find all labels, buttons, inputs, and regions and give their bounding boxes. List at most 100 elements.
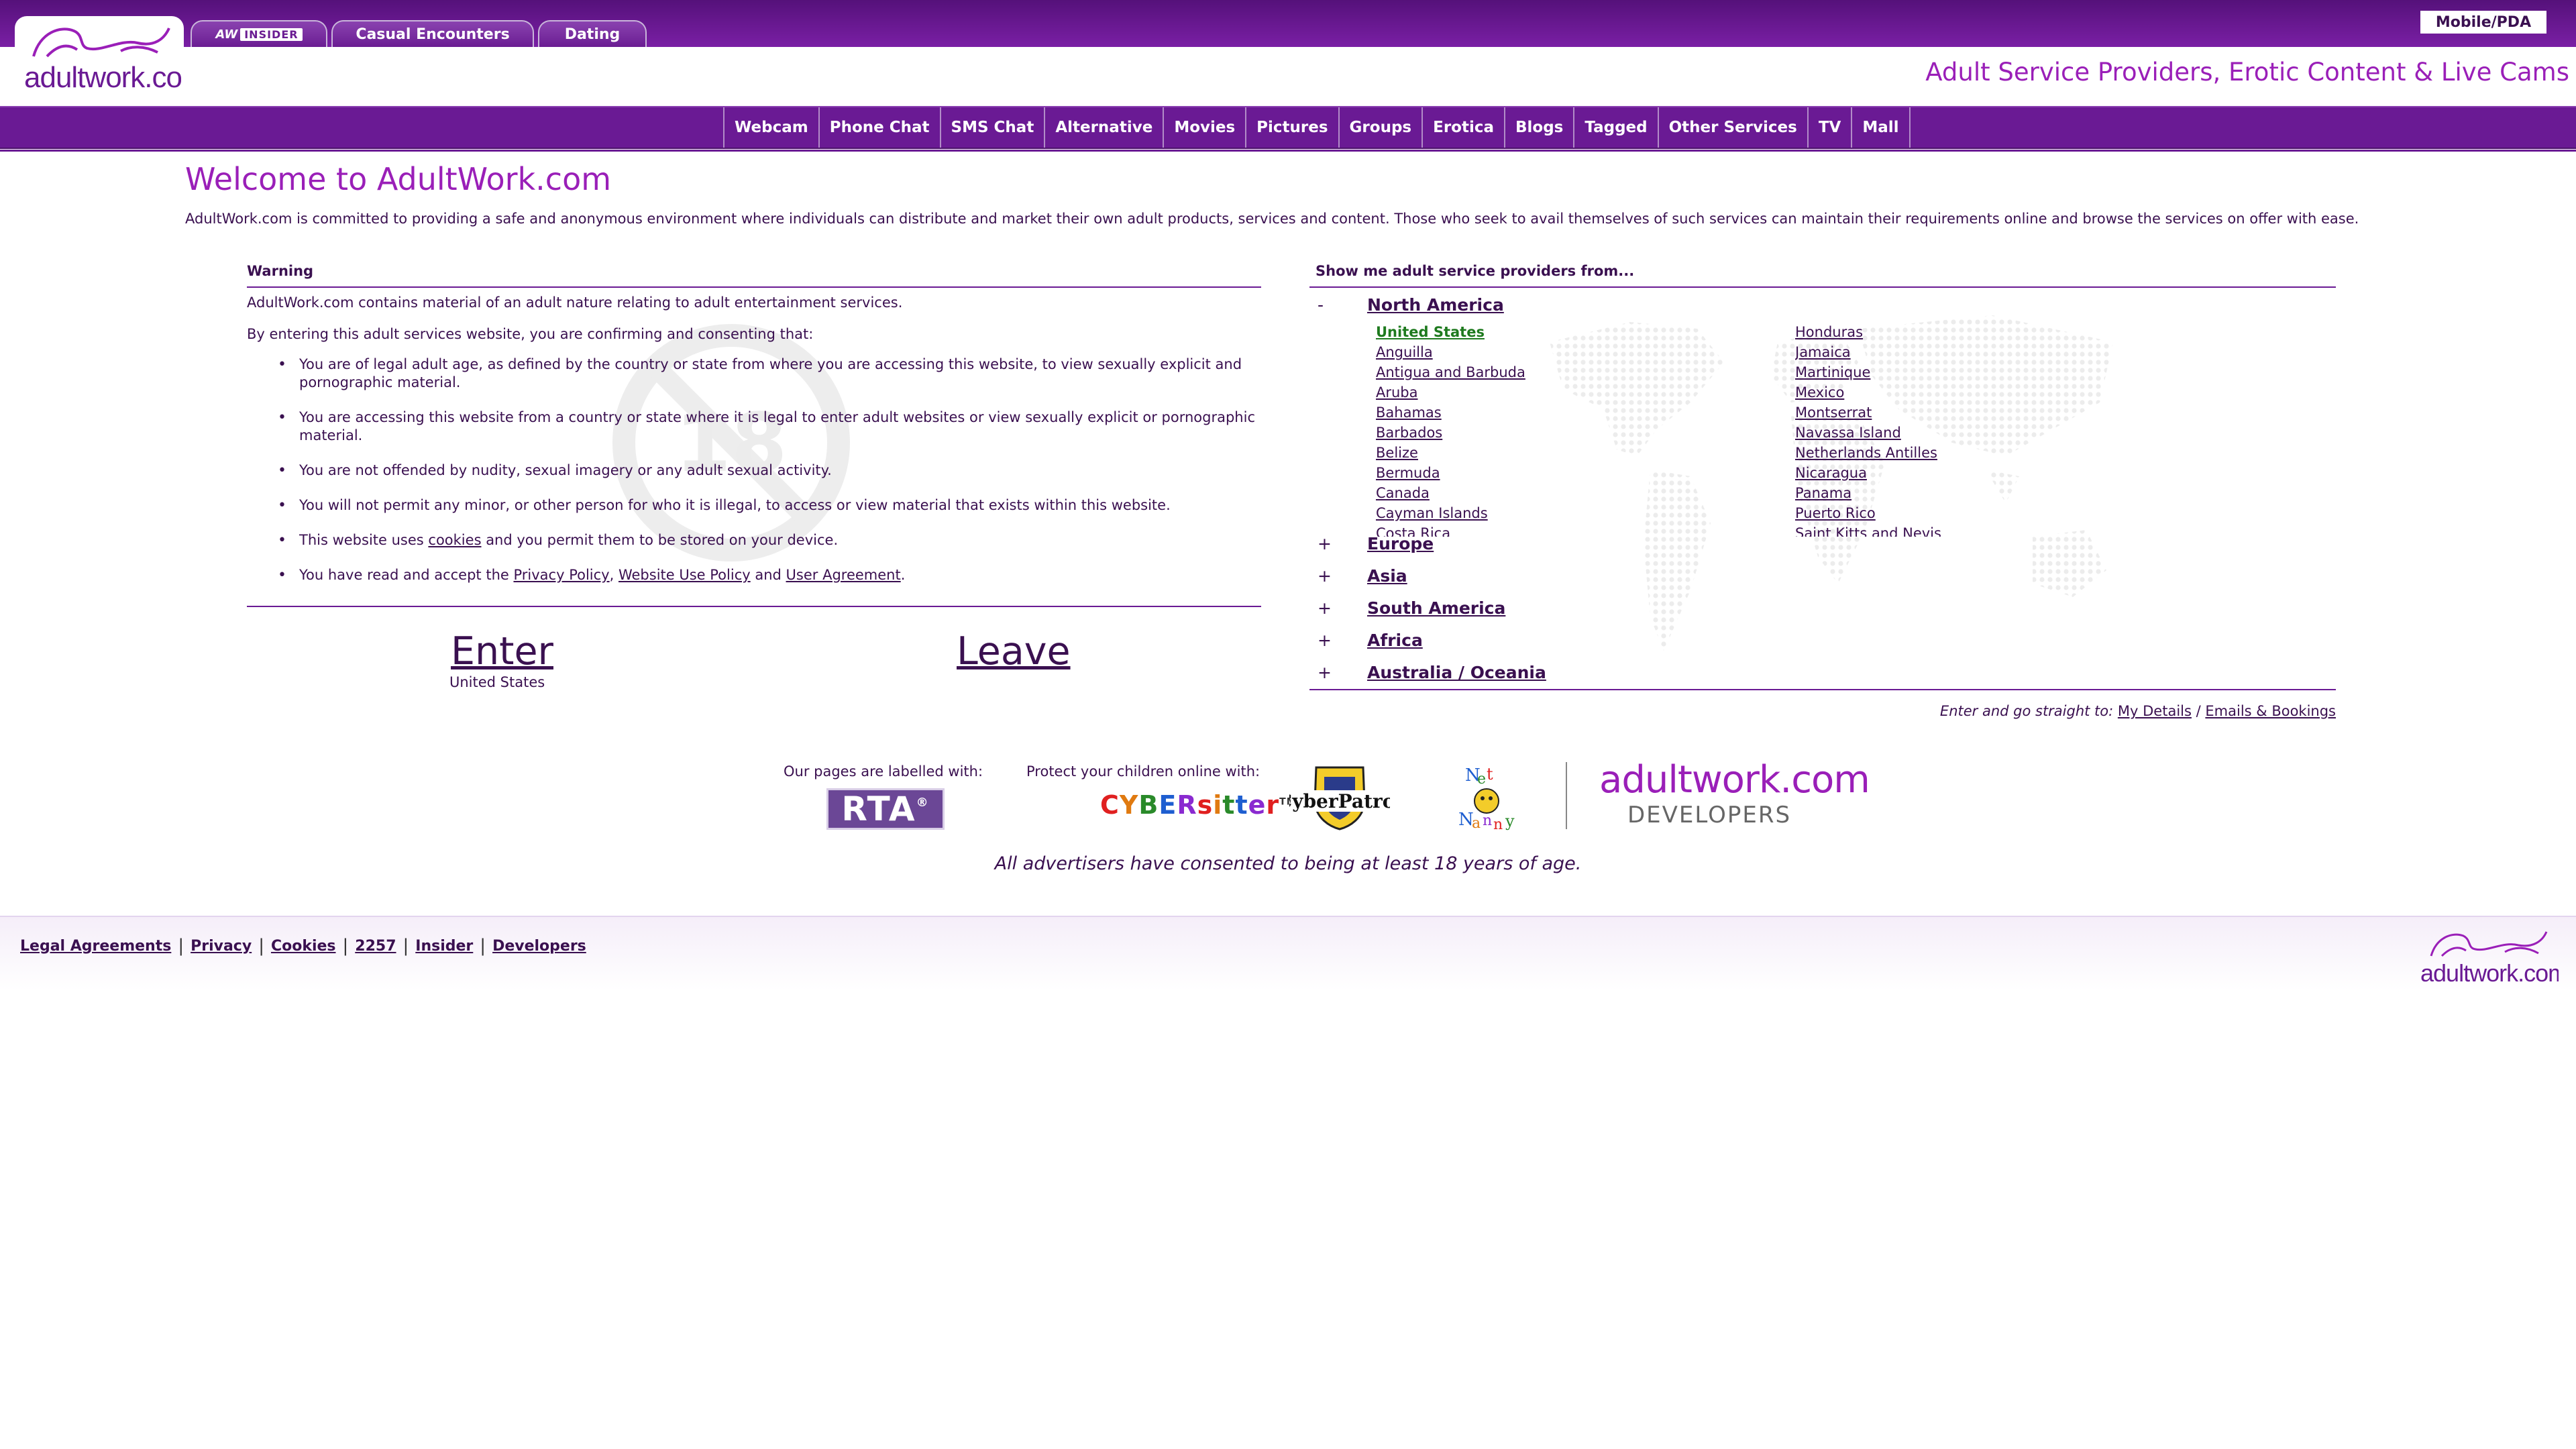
region-link[interactable]: Africa [1367, 631, 1423, 650]
site-tagline: Adult Service Providers, Erotic Content … [1925, 58, 2569, 87]
nav-erotica[interactable]: Erotica [1423, 107, 1505, 148]
separator: | [178, 936, 184, 956]
logo-tab[interactable]: adultwork.com [15, 16, 184, 97]
footer-legal-agreements-link[interactable]: Legal Agreements [20, 938, 171, 955]
svg-text:adultwork.com: adultwork.com [2420, 959, 2559, 987]
cookies-pre: This website uses [299, 532, 429, 548]
nav-blogs[interactable]: Blogs [1505, 107, 1575, 148]
nav-alternative[interactable]: Alternative [1045, 107, 1165, 148]
cyberpatrol-logo[interactable]: CyberPatrol [1289, 763, 1390, 830]
footer-developers-link[interactable]: Developers [492, 938, 586, 955]
country-list-2: Honduras Jamaica Martinique Mexico Monts… [1795, 322, 2077, 537]
netnanny-logo[interactable]: N e t N a n n y [1456, 763, 1529, 833]
adultwork-logo[interactable]: adultwork.com [20, 19, 181, 94]
leave-button[interactable]: Leave [957, 629, 1071, 674]
footer: Legal Agreements | Privacy | Cookies | 2… [0, 916, 2576, 991]
svg-text:adultwork.com: adultwork.com [24, 61, 181, 94]
footer-insider-link[interactable]: Insider [415, 938, 473, 955]
rta-registered-mark: ® [916, 796, 930, 810]
footer-cookies-link[interactable]: Cookies [271, 938, 336, 955]
quick-links: Enter and go straight to: My Details / E… [1940, 703, 2336, 719]
region-australia-oceania[interactable]: + Australia / Oceania [1315, 663, 1546, 682]
cookies-link[interactable]: cookies [428, 532, 481, 548]
cybersitter-letter: t [1235, 790, 1248, 820]
country-link[interactable]: Martinique [1795, 364, 1870, 380]
region-europe[interactable]: + Europe [1315, 534, 1434, 553]
page-title: Welcome to AdultWork.com [185, 161, 612, 197]
footer-2257-link[interactable]: 2257 [355, 938, 396, 955]
country-link[interactable]: Anguilla [1376, 344, 1433, 360]
region-link[interactable]: South America [1367, 598, 1505, 618]
nav-movies[interactable]: Movies [1164, 107, 1247, 148]
country-link[interactable]: Netherlands Antilles [1795, 445, 1937, 461]
svg-text:e: e [1477, 771, 1486, 788]
nav-webcam[interactable]: Webcam [724, 107, 820, 148]
footer-adultwork-logo[interactable]: adultwork.com [2418, 925, 2559, 987]
nav-mall[interactable]: Mall [1852, 107, 1911, 148]
country-link[interactable]: Aruba [1376, 384, 1418, 400]
and-text: and [750, 567, 786, 583]
country-link[interactable]: Belize [1376, 445, 1418, 461]
expand-icon[interactable]: + [1315, 566, 1367, 586]
expand-icon[interactable]: + [1315, 631, 1367, 650]
footer-privacy-link[interactable]: Privacy [191, 938, 252, 955]
nav-sms-chat[interactable]: SMS Chat [941, 107, 1046, 148]
my-details-link[interactable]: My Details [2118, 703, 2192, 719]
list-item: This website uses cookies and you permit… [268, 531, 1261, 549]
country-link[interactable]: Nicaragua [1795, 465, 1867, 481]
region-north-america[interactable]: - North America [1315, 295, 1504, 315]
separator: | [258, 936, 264, 956]
nav-pictures[interactable]: Pictures [1246, 107, 1340, 148]
website-use-policy-link[interactable]: Website Use Policy [619, 567, 751, 583]
svg-text:n: n [1493, 816, 1503, 833]
tab-casual-encounters[interactable]: Casual Encounters [331, 20, 534, 47]
country-link[interactable]: Mexico [1795, 384, 1844, 400]
consent-list: You are of legal adult age, as defined b… [268, 356, 1261, 601]
list-item: You are accessing this website from a co… [268, 409, 1261, 445]
list-item: You are not offended by nudity, sexual i… [268, 462, 1261, 480]
nav-other-services[interactable]: Other Services [1659, 107, 1809, 148]
nav-phone-chat[interactable]: Phone Chat [820, 107, 941, 148]
region-link[interactable]: North America [1367, 295, 1504, 315]
expand-icon[interactable]: + [1315, 663, 1367, 682]
region-link[interactable]: Europe [1367, 534, 1434, 553]
country-link[interactable]: Navassa Island [1795, 425, 1901, 441]
user-agreement-link[interactable]: User Agreement [786, 567, 901, 583]
enter-button[interactable]: Enter [451, 629, 553, 674]
country-link[interactable]: Jamaica [1795, 344, 1851, 360]
region-africa[interactable]: + Africa [1315, 631, 1423, 650]
country-link[interactable]: Montserrat [1795, 405, 1872, 421]
country-link[interactable]: Canada [1376, 485, 1430, 501]
aw-insider-badge: AW INSIDER [215, 28, 303, 42]
country-link[interactable]: Puerto Rico [1795, 505, 1876, 521]
mobile-pda-button[interactable]: Mobile/PDA [2420, 11, 2546, 34]
region-link[interactable]: Asia [1367, 566, 1407, 586]
nav-tv[interactable]: TV [1809, 107, 1853, 148]
region-asia[interactable]: + Asia [1315, 566, 1407, 586]
nav-tagged[interactable]: Tagged [1574, 107, 1659, 148]
tab-aw-insider[interactable]: AW INSIDER [191, 20, 327, 47]
country-link[interactable]: Bahamas [1376, 405, 1442, 421]
country-link[interactable]: United States [1376, 324, 1485, 340]
country-link[interactable]: Bermuda [1376, 465, 1440, 481]
region-link[interactable]: Australia / Oceania [1367, 663, 1546, 682]
country-link[interactable]: Barbados [1376, 425, 1442, 441]
expand-icon[interactable]: + [1315, 534, 1367, 553]
cybersitter-logo[interactable]: CYBERsitterTM [1100, 790, 1297, 820]
region-south-america[interactable]: + South America [1315, 598, 1505, 618]
cybersitter-letter: E [1159, 790, 1177, 820]
divider [1309, 689, 2336, 690]
emails-bookings-link[interactable]: Emails & Bookings [2205, 703, 2336, 719]
country-link[interactable]: Antigua and Barbuda [1376, 364, 1525, 380]
country-link[interactable]: Honduras [1795, 324, 1863, 340]
nav-groups[interactable]: Groups [1340, 107, 1424, 148]
expand-icon[interactable]: + [1315, 598, 1367, 618]
country-link[interactable]: Cayman Islands [1376, 505, 1488, 521]
country-link[interactable]: Saint Kitts and Nevis [1795, 525, 1941, 537]
developers-logo[interactable]: adultwork.com DEVELOPERS [1599, 758, 1870, 828]
privacy-policy-link[interactable]: Privacy Policy [513, 567, 609, 583]
country-link[interactable]: Panama [1795, 485, 1851, 501]
tab-dating[interactable]: Dating [538, 20, 647, 47]
collapse-icon[interactable]: - [1315, 295, 1367, 315]
rta-logo[interactable]: RTA ® [826, 788, 945, 830]
